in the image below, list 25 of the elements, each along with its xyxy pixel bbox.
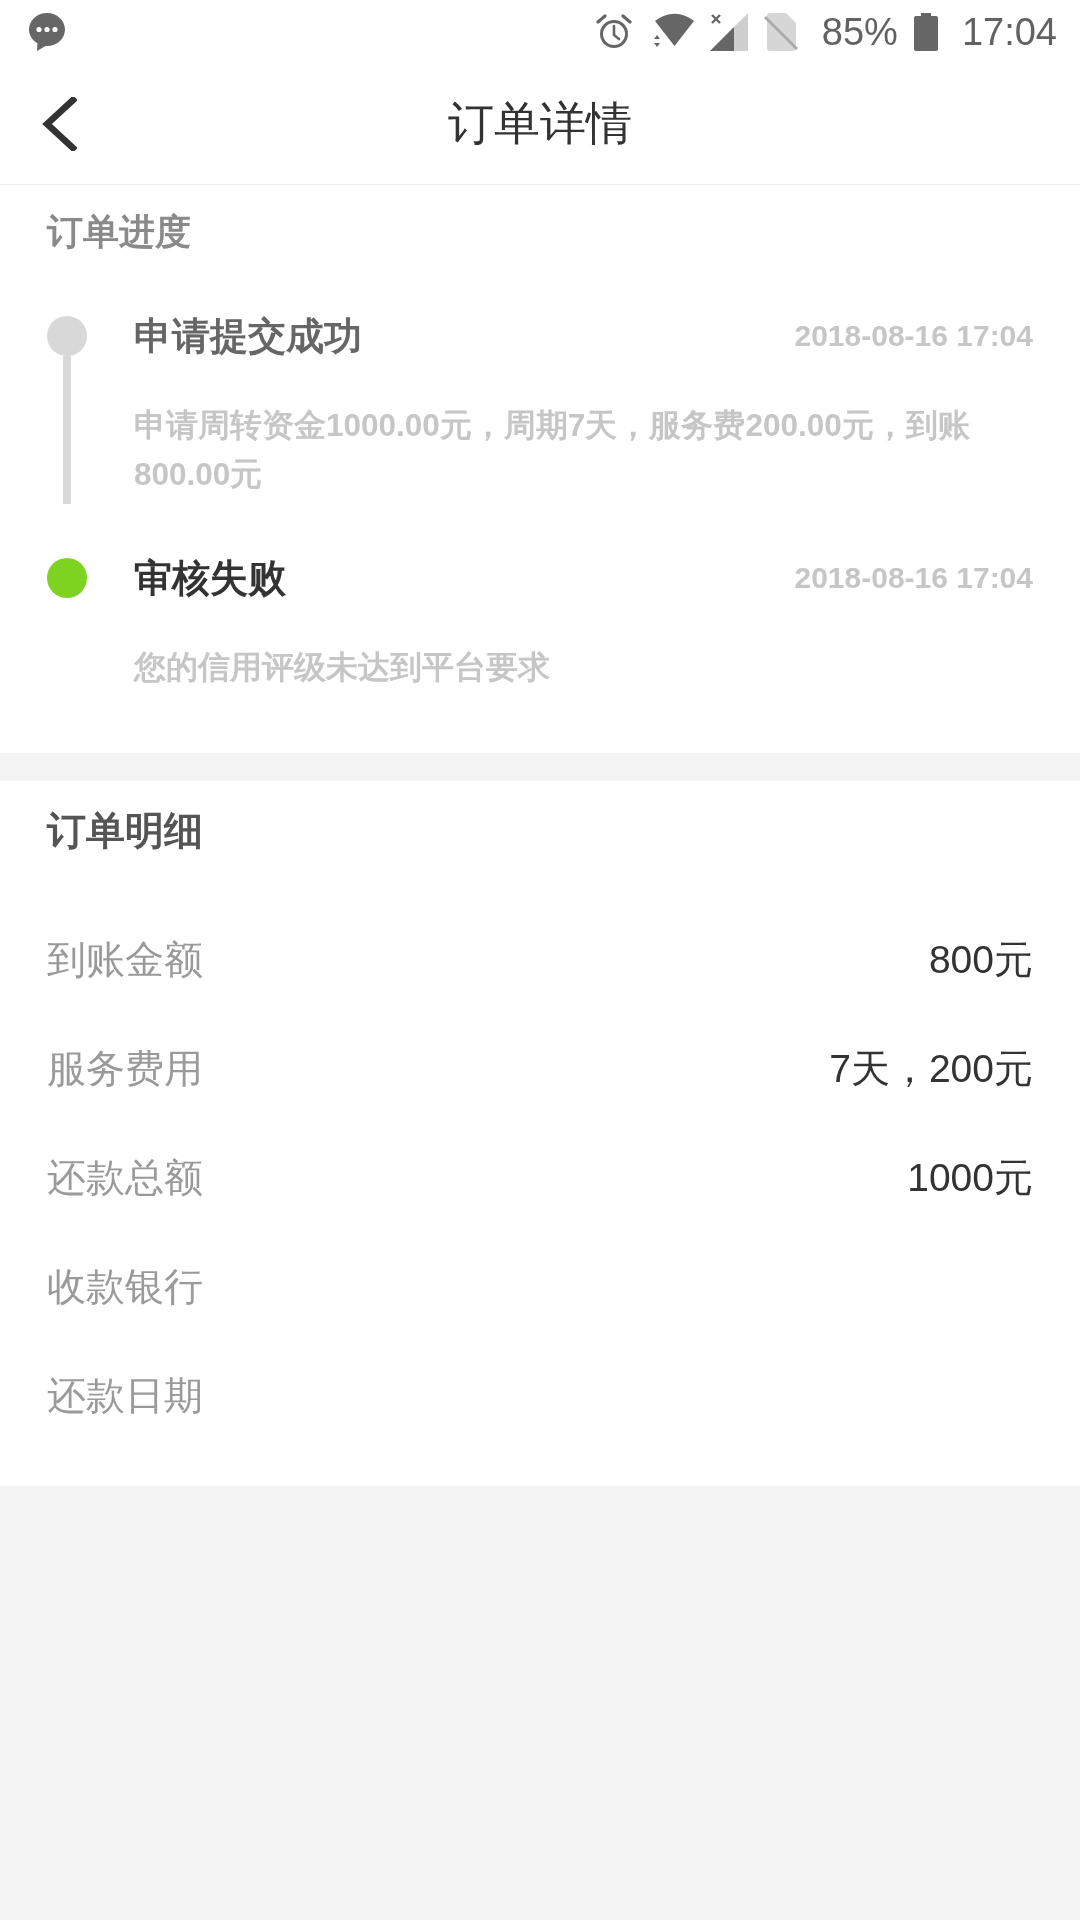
detail-label: 收款银行: [47, 1264, 203, 1311]
step-timestamp: 2018-08-16 17:04: [794, 318, 1033, 354]
step-description: 申请周转资金1000.00元，周期7天，服务费200.00元，到账800.00元: [134, 406, 971, 494]
step-title: 审核失败: [134, 556, 286, 601]
page-title: 订单详情: [448, 96, 632, 152]
step-title: 申请提交成功: [134, 314, 362, 359]
chat-bubble-icon: [29, 13, 65, 51]
detail-label: 到账金额: [47, 937, 203, 984]
step-timestamp: 2018-08-16 17:04: [794, 560, 1033, 596]
back-chevron-icon: [41, 97, 77, 151]
battery-percentage: 85%: [821, 13, 898, 51]
detail-label: 还款总额: [47, 1155, 203, 1202]
section-title: 订单明细: [47, 811, 204, 851]
step-description: 您的信用评级未达到平台要求: [134, 648, 551, 687]
detail-value: 7天，200元: [829, 1046, 1033, 1093]
detail-value: 1000元: [907, 1155, 1033, 1202]
detail-label: 服务费用: [47, 1046, 203, 1093]
clock-time: 17:04: [961, 13, 1057, 51]
alarm-clock-icon: [595, 14, 632, 50]
section-title: 订单进度: [47, 212, 192, 252]
detail-value: 800元: [928, 937, 1033, 984]
battery-icon: [913, 13, 938, 51]
cellular-signal-icon: [709, 13, 748, 51]
no-sim-card-icon: [763, 13, 798, 51]
detail-label: 还款日期: [47, 1373, 203, 1420]
